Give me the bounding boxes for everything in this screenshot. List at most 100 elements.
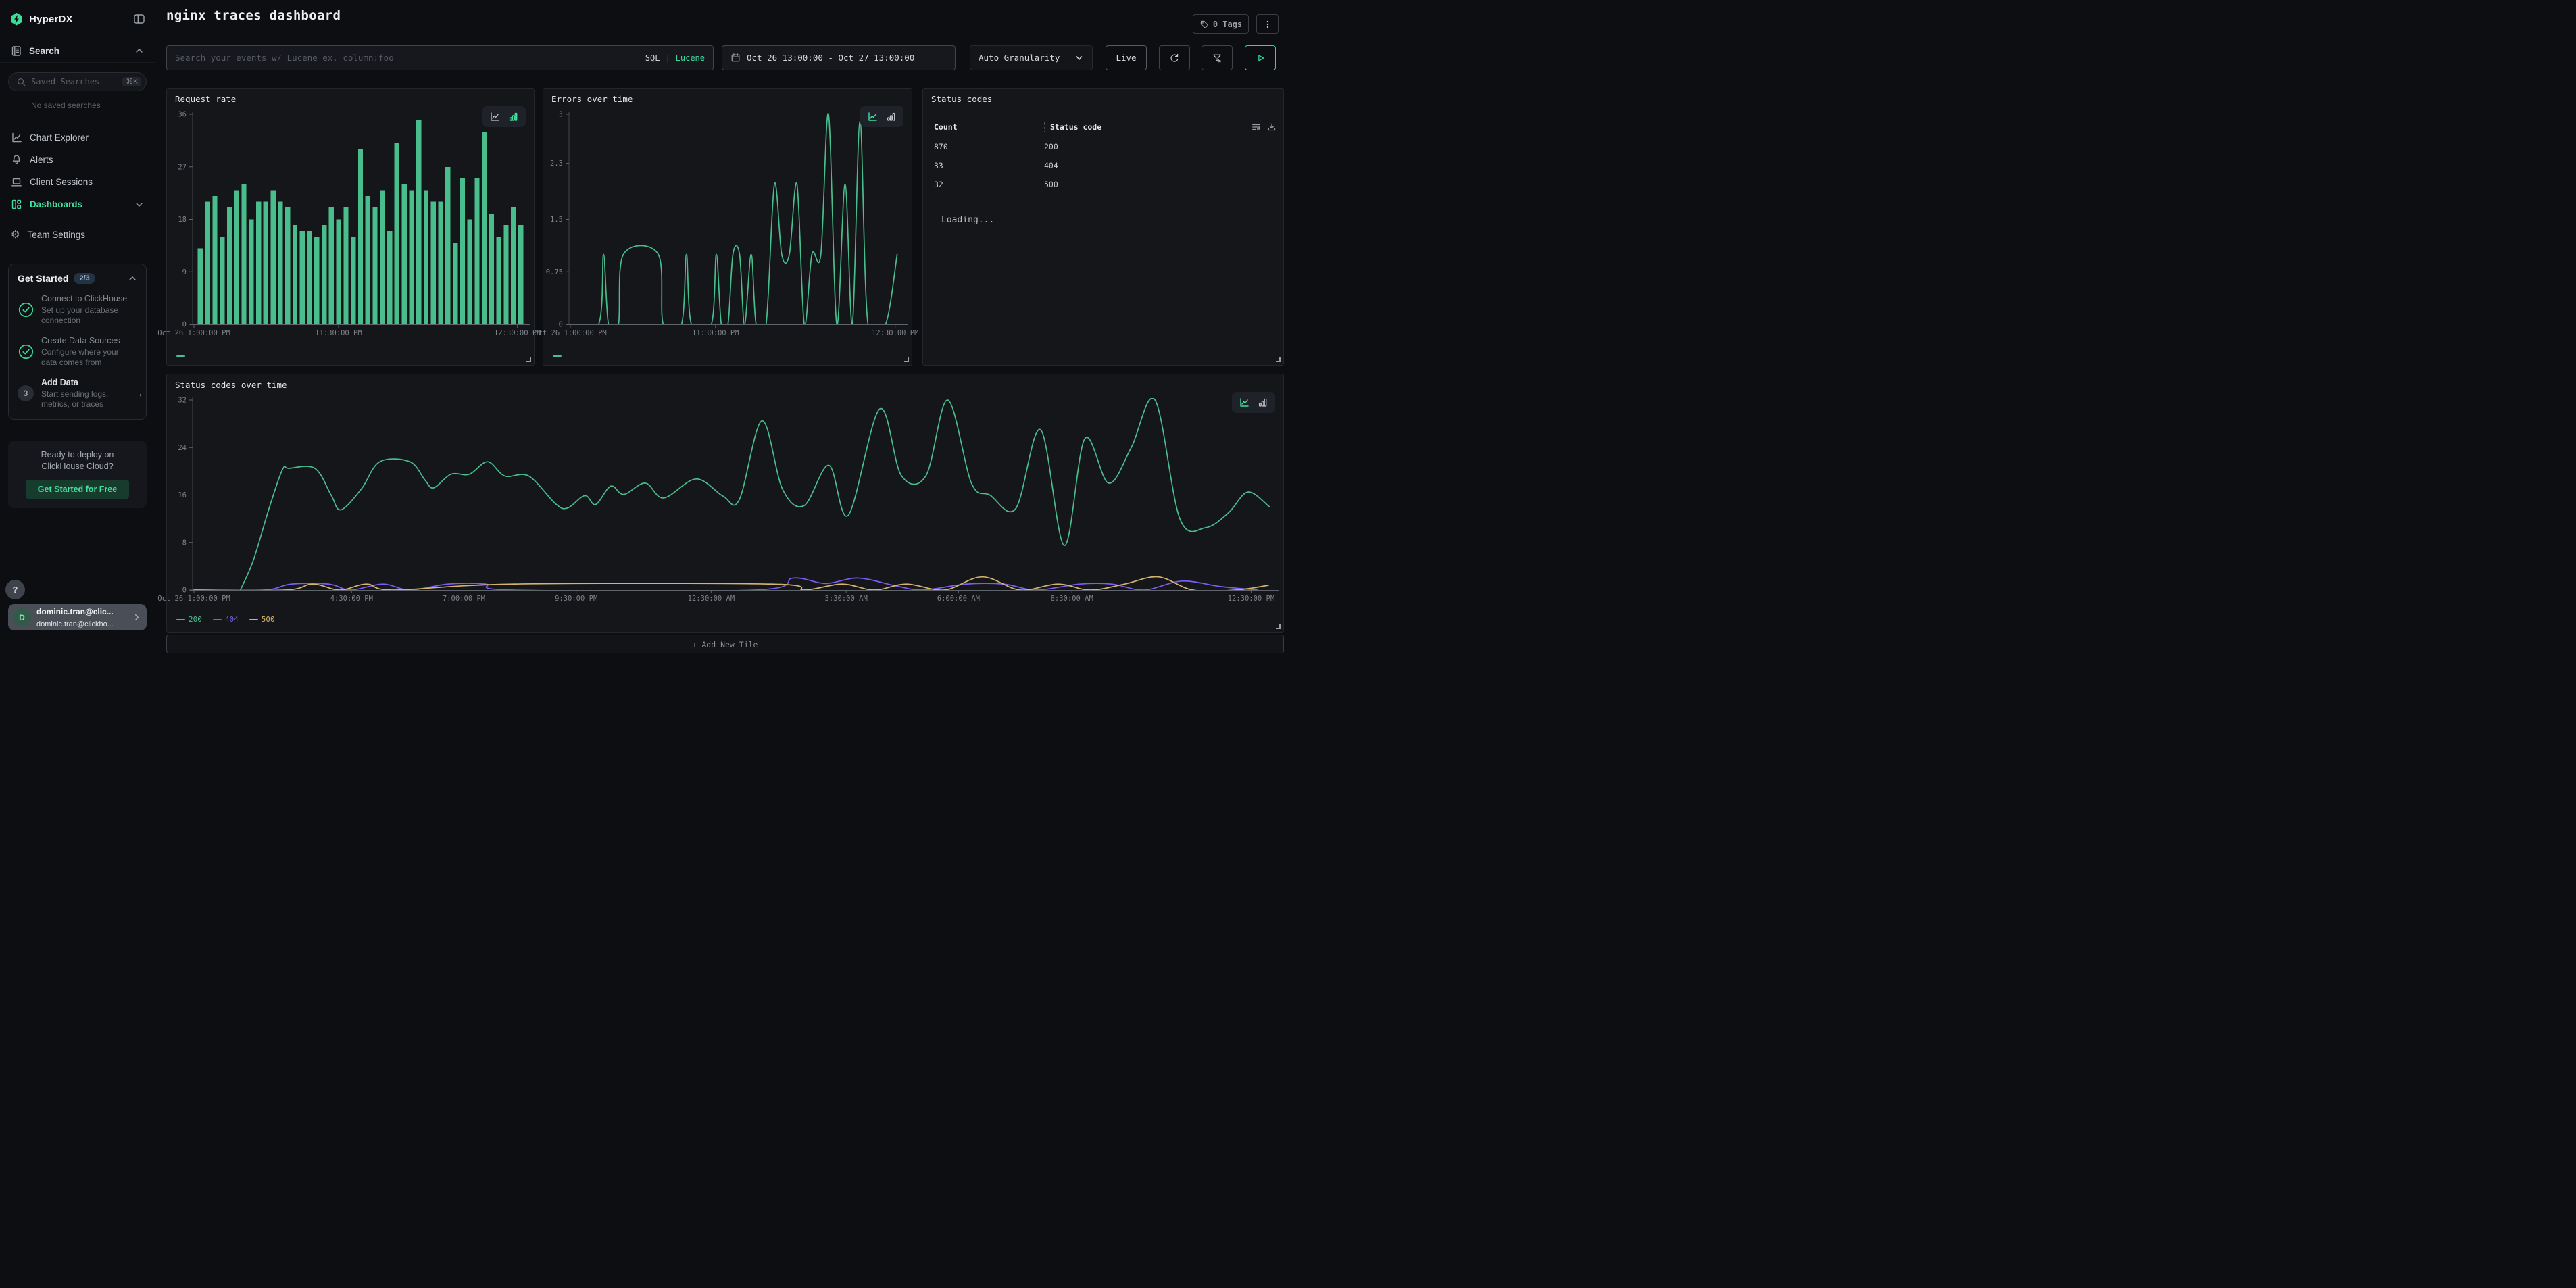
- tag-icon: [1199, 20, 1209, 29]
- svg-text:Oct 26 1:00:00 PM: Oct 26 1:00:00 PM: [534, 329, 606, 337]
- refresh-button[interactable]: [1159, 45, 1190, 70]
- column-status-code[interactable]: Status code: [1050, 122, 1252, 132]
- chart-canvas: 09182736Oct 26 1:00:00 PM11:30:00 PM12:3…: [170, 109, 531, 338]
- bar-view-icon[interactable]: [508, 112, 518, 122]
- dashboard-menu-button[interactable]: [1256, 14, 1279, 34]
- filter-edit-button[interactable]: [1202, 45, 1233, 70]
- download-icon[interactable]: [1267, 122, 1277, 132]
- svg-text:0.75: 0.75: [546, 268, 563, 276]
- check-circle-icon: [18, 301, 34, 318]
- legend-item[interactable]: [176, 355, 185, 357]
- chevron-down-icon: [1074, 53, 1084, 63]
- chart-legend: [553, 355, 562, 357]
- legend-item[interactable]: 500: [249, 615, 275, 624]
- get-started-step-add-data[interactable]: 3 Add Data Start sending logs, metrics, …: [18, 377, 137, 410]
- get-started-step-connect[interactable]: Connect to ClickHouse Set up your databa…: [18, 293, 137, 326]
- line-view-icon[interactable]: [1239, 397, 1249, 407]
- step-title: Add Data: [41, 377, 128, 388]
- granularity-select[interactable]: Auto Granularity: [970, 45, 1093, 70]
- date-range-value: Oct 26 13:00:00 - Oct 27 13:00:00: [747, 53, 914, 63]
- svg-text:12:30:00 AM: 12:30:00 AM: [688, 595, 735, 603]
- sidebar-item-dashboards[interactable]: Dashboards: [0, 193, 155, 216]
- divider: [0, 62, 155, 63]
- table-row[interactable]: 32500: [934, 175, 1277, 194]
- svg-text:6:00:00 AM: 6:00:00 AM: [937, 595, 980, 603]
- svg-text:0: 0: [182, 321, 187, 329]
- resize-handle[interactable]: [904, 357, 909, 362]
- legend-item[interactable]: [553, 355, 562, 357]
- chart-type-toggle: [860, 106, 903, 127]
- sql-toggle[interactable]: SQL: [645, 53, 660, 63]
- resize-handle[interactable]: [526, 357, 531, 362]
- filter-edit-icon: [1212, 53, 1222, 64]
- get-started-step-sources[interactable]: Create Data Sources Configure where your…: [18, 335, 137, 368]
- table-row[interactable]: 870200: [934, 137, 1277, 156]
- svg-text:0: 0: [182, 587, 187, 595]
- svg-text:27: 27: [178, 163, 187, 171]
- saved-searches-input-wrap[interactable]: ⌘K: [8, 72, 147, 91]
- chevron-down-icon: [134, 200, 144, 209]
- svg-text:2.3: 2.3: [550, 159, 563, 168]
- step-desc: Start sending logs, metrics, or traces: [41, 389, 128, 410]
- chart-canvas: 00.751.52.33Oct 26 1:00:00 PM11:30:00 PM…: [546, 109, 909, 338]
- event-search-input[interactable]: [175, 53, 639, 63]
- svg-text:1.5: 1.5: [550, 216, 563, 224]
- main-content: nginx traces dashboard 0 Tags SQL | Luce…: [156, 0, 1288, 644]
- resize-handle[interactable]: [1276, 357, 1281, 362]
- hyperdx-logo-icon: [9, 12, 24, 26]
- bar-view-icon[interactable]: [886, 112, 896, 122]
- resize-handle[interactable]: [1276, 624, 1281, 629]
- saved-searches-input[interactable]: [31, 77, 118, 86]
- lucene-toggle[interactable]: Lucene: [676, 53, 705, 63]
- line-view-icon[interactable]: [868, 112, 878, 122]
- help-button[interactable]: ?: [5, 580, 25, 599]
- get-started-title: Get Started: [18, 273, 68, 284]
- legend-swatch: [553, 355, 562, 357]
- sidebar-item-alerts[interactable]: Alerts: [0, 149, 155, 171]
- sidebar-item-client-sessions[interactable]: Client Sessions: [0, 171, 155, 193]
- svg-text:7:00:00 PM: 7:00:00 PM: [443, 595, 485, 603]
- legend-label: 500: [262, 615, 275, 624]
- panel-status-codes: Status codes Count Status code 870200334…: [922, 88, 1284, 366]
- collapse-sidebar-icon[interactable]: [133, 13, 145, 25]
- column-count[interactable]: Count: [934, 122, 1044, 132]
- clickhouse-cloud-promo: Ready to deploy on ClickHouse Cloud? Get…: [8, 441, 147, 508]
- request-rate-chart[interactable]: 09182736Oct 26 1:00:00 PM11:30:00 PM12:3…: [170, 109, 531, 338]
- sidebar-section-search[interactable]: Search: [0, 42, 155, 59]
- column-divider: [1044, 122, 1045, 132]
- svg-text:9: 9: [182, 268, 187, 276]
- status-codes-over-time-chart[interactable]: 08162432Oct 26 1:00:00 PM4:30:00 PM7:00:…: [170, 395, 1281, 603]
- nav-label: Team Settings: [27, 230, 144, 240]
- svg-text:12:30:00 PM: 12:30:00 PM: [872, 329, 919, 337]
- line-view-icon[interactable]: [490, 112, 500, 122]
- chart-type-toggle: [482, 106, 526, 127]
- live-button[interactable]: Live: [1106, 45, 1147, 70]
- legend-item[interactable]: 404: [213, 615, 239, 624]
- add-new-tile-button[interactable]: + Add New Tile: [166, 635, 1284, 653]
- errors-over-time-chart[interactable]: 00.751.52.33Oct 26 1:00:00 PM11:30:00 PM…: [546, 109, 909, 338]
- run-query-button[interactable]: [1245, 45, 1276, 70]
- user-menu[interactable]: D dominic.tran@clic... dominic.tran@clic…: [8, 604, 147, 630]
- cell-status-code: 500: [1044, 180, 1277, 189]
- table-header: Count Status code: [934, 122, 1277, 132]
- legend-item[interactable]: 200: [176, 615, 202, 624]
- chart-legend: [176, 355, 185, 357]
- nav-label: Client Sessions: [30, 177, 144, 187]
- wrap-rows-icon[interactable]: [1252, 122, 1261, 132]
- get-started-free-button[interactable]: Get Started for Free: [26, 480, 129, 499]
- table-row[interactable]: 33404: [934, 156, 1277, 175]
- sidebar-item-chart-explorer[interactable]: Chart Explorer: [0, 126, 155, 149]
- date-range-picker[interactable]: Oct 26 13:00:00 - Oct 27 13:00:00: [722, 45, 956, 70]
- promo-line1: Ready to deploy on: [15, 449, 140, 461]
- tags-button[interactable]: 0 Tags: [1193, 14, 1249, 34]
- avatar: D: [13, 608, 31, 626]
- laptop-icon: [11, 176, 22, 188]
- event-search-bar[interactable]: SQL | Lucene: [166, 45, 714, 70]
- step-desc: Set up your database connection: [41, 305, 128, 326]
- svg-text:3: 3: [559, 111, 563, 119]
- chevron-up-icon[interactable]: [128, 274, 137, 283]
- svg-text:9:30:00 PM: 9:30:00 PM: [555, 595, 597, 603]
- bar-view-icon[interactable]: [1258, 397, 1268, 407]
- sidebar: HyperDX Search ⌘K No saved searches Char…: [0, 0, 155, 644]
- sidebar-item-team-settings[interactable]: ⚙ Team Settings: [0, 224, 155, 246]
